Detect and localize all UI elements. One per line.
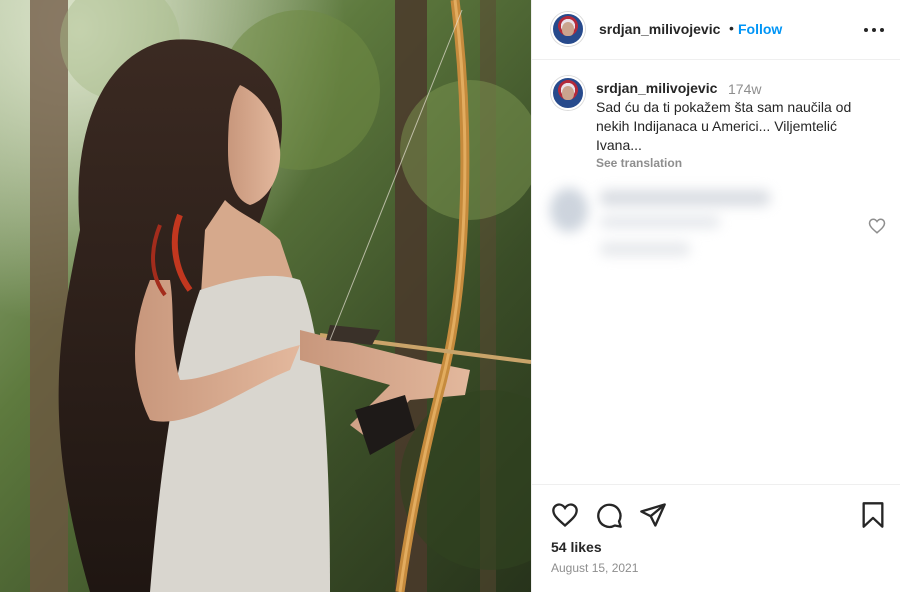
- post-photo[interactable]: [0, 0, 531, 592]
- comment-heart-icon[interactable]: [868, 217, 886, 235]
- post-photo-drawing: [0, 0, 531, 592]
- post-date[interactable]: August 15, 2021: [551, 561, 638, 575]
- heart-icon[interactable]: [551, 501, 579, 529]
- post-details-panel: srdjan_milivojevic • Follow srdjan_miliv…: [531, 0, 900, 592]
- more-options-icon[interactable]: [862, 18, 886, 42]
- post-header: srdjan_milivojevic • Follow: [532, 0, 900, 60]
- header-username[interactable]: srdjan_milivojevic: [599, 21, 720, 37]
- see-translation-link[interactable]: See translation: [596, 156, 682, 170]
- separator-dot: •: [729, 20, 734, 36]
- caption-text: Sad ću da ti pokažem šta sam naučila od …: [596, 99, 852, 153]
- caption-timestamp[interactable]: 174w: [728, 81, 761, 97]
- follow-button[interactable]: Follow: [738, 21, 782, 37]
- share-icon[interactable]: [639, 501, 667, 529]
- blurred-comment: [548, 180, 808, 280]
- avatar[interactable]: [551, 12, 585, 46]
- comment-icon[interactable]: [595, 501, 623, 529]
- bookmark-icon[interactable]: [859, 501, 887, 529]
- likes-count[interactable]: 54 likes: [551, 539, 602, 555]
- caption-avatar[interactable]: [551, 76, 585, 110]
- caption-username[interactable]: srdjan_milivojevic: [596, 80, 717, 96]
- post-actions: 54 likes August 15, 2021: [532, 484, 900, 592]
